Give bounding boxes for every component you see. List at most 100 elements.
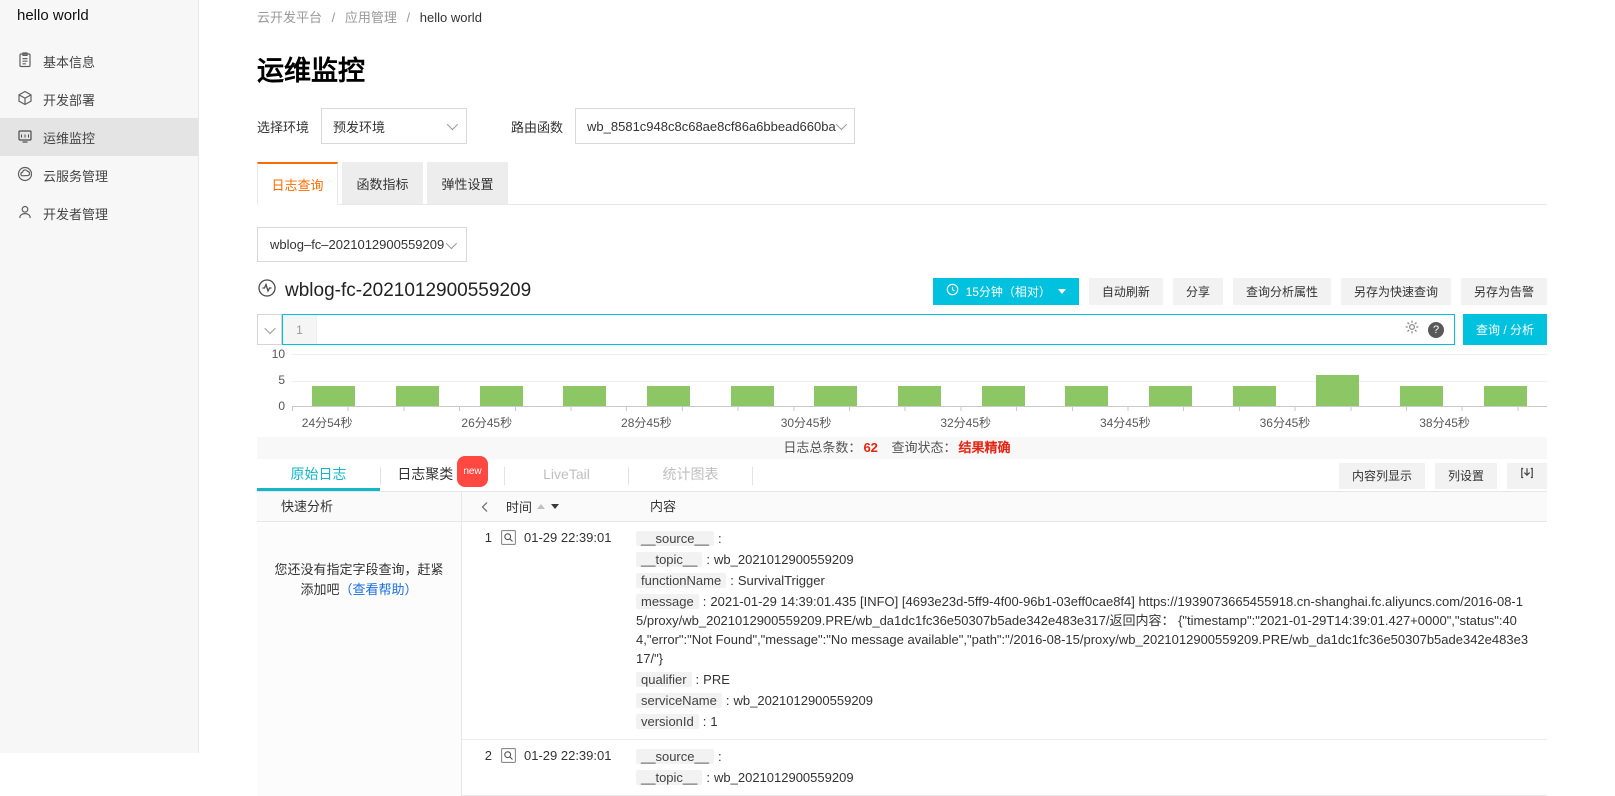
sort-desc-icon[interactable] (551, 504, 559, 509)
field-value[interactable]: PRE (703, 672, 730, 687)
chart-bar[interactable] (1233, 386, 1276, 407)
query-editor: 1 ? (282, 314, 1455, 345)
chart-bar[interactable] (898, 386, 941, 407)
chart-bar[interactable] (396, 386, 439, 407)
gear-icon[interactable] (1404, 319, 1420, 340)
sidebar-item-label: 开发部署 (43, 90, 95, 109)
bar-slot (961, 354, 1045, 407)
sidebar-item-deploy[interactable]: 开发部署 (0, 80, 198, 118)
breadcrumb-platform[interactable]: 云开发平台 (257, 10, 322, 25)
row-index: 2 (462, 747, 492, 789)
bar-slot (1129, 354, 1213, 407)
collapse-panel-button[interactable] (462, 492, 506, 521)
tab-function-metrics[interactable]: 函数指标 (342, 162, 423, 204)
tab-elastic-settings[interactable]: 弹性设置 (427, 162, 508, 204)
field-key[interactable]: functionName (636, 573, 726, 588)
query-bar: 1 ? 查询 / 分析 (257, 314, 1547, 345)
magnifier-icon[interactable] (492, 747, 524, 789)
bar-slot (376, 354, 460, 407)
field-value[interactable]: wb_2021012900559209 (714, 552, 854, 567)
magnifier-icon[interactable] (492, 529, 524, 733)
field-value[interactable]: 2021-01-29 14:39:01.435 [INFO] [4693e23d… (636, 594, 1528, 666)
sort-asc-icon[interactable] (537, 504, 545, 509)
bar-slot (1296, 354, 1380, 407)
auto-refresh-button[interactable]: 自动刷新 (1089, 278, 1163, 305)
field-value[interactable]: 1 (710, 714, 717, 729)
chart-bar[interactable] (731, 386, 774, 407)
bar-slot (794, 354, 878, 407)
chart-bar[interactable] (647, 386, 690, 407)
field-value[interactable]: wb_2021012900559209 (733, 693, 873, 708)
x-tick-label: 34分45秒 (1100, 414, 1151, 431)
help-icon[interactable]: ? (1428, 322, 1444, 338)
chart-bar[interactable] (1316, 375, 1359, 407)
content-column-display-button[interactable]: 内容列显示 (1339, 463, 1425, 489)
new-badge: new (457, 456, 487, 487)
row-index: 1 (462, 529, 492, 733)
tab-log-clustering[interactable]: 日志聚类new (381, 460, 504, 491)
chart-bars (292, 354, 1547, 407)
query-input[interactable] (317, 315, 1404, 344)
sidebar-item-monitoring[interactable]: 运维监控 (0, 118, 198, 156)
save-as-quick-query-button[interactable]: 另存为快速查询 (1341, 278, 1451, 305)
query-state-label: 查询状态： (892, 440, 957, 455)
sidebar-item-developers[interactable]: 开发者管理 (0, 194, 198, 232)
chart-bar[interactable] (1065, 386, 1108, 407)
query-analyze-button[interactable]: 查询 / 分析 (1463, 314, 1547, 345)
log-histogram: 10 5 0 24分54秒26分45秒28分45秒30分45秒32分45秒34分… (257, 354, 1547, 428)
field-separator: : (703, 594, 707, 609)
logstore-select[interactable]: wblog–fc–2021012900559209 (257, 227, 467, 262)
time-column-header[interactable]: 时间 (506, 492, 650, 521)
time-range-button[interactable]: 15分钟（相对） (933, 278, 1079, 305)
x-tick-label: 26分45秒 (461, 414, 512, 431)
log-rows: 101-29 22:39:01__source__:__topic__:wb_2… (462, 522, 1547, 796)
field-key[interactable]: __topic__ (636, 552, 702, 567)
chart-bar[interactable] (563, 386, 606, 407)
chart-bar[interactable] (480, 386, 523, 407)
tab-log-query[interactable]: 日志查询 (257, 162, 338, 205)
save-as-alert-button[interactable]: 另存为告警 (1461, 278, 1547, 305)
field-key[interactable]: __source__ (636, 749, 714, 764)
field-value[interactable]: SurvivalTrigger (738, 573, 825, 588)
route-function-select[interactable]: wb_8581c948c8c68ae8cf86a6bbead660ba (575, 108, 855, 144)
query-analysis-props-button[interactable]: 查询分析属性 (1233, 278, 1331, 305)
tab-raw-logs[interactable]: 原始日志 (257, 460, 380, 491)
monitor-icon (17, 128, 33, 147)
table-row: 101-29 22:39:01__source__:__topic__:wb_2… (462, 522, 1547, 740)
line-number: 1 (283, 315, 317, 344)
x-tick-label: 38分45秒 (1419, 414, 1470, 431)
tab-livetail[interactable]: LiveTail (505, 460, 628, 491)
breadcrumb-app-management[interactable]: 应用管理 (345, 10, 397, 25)
bar-slot (878, 354, 962, 407)
field-key[interactable]: serviceName (636, 693, 722, 708)
field-key[interactable]: qualifier (636, 672, 692, 687)
field-key[interactable]: __topic__ (636, 770, 702, 785)
share-button[interactable]: 分享 (1173, 278, 1223, 305)
field-separator: : (703, 714, 707, 729)
sidebar-item-basic-info[interactable]: 基本信息 (0, 42, 198, 80)
env-select[interactable]: 预发环境 (321, 108, 467, 144)
sidebar-item-cloud-services[interactable]: 云服务管理 (0, 156, 198, 194)
field-key[interactable]: versionId (636, 714, 699, 729)
chart-bar[interactable] (312, 386, 355, 407)
download-button[interactable] (1507, 463, 1547, 489)
total-count-value: 62 (863, 440, 877, 455)
bar-slot (459, 354, 543, 407)
log-field: __source__: (636, 529, 1531, 548)
x-axis (292, 406, 1547, 407)
route-function-label: 路由函数 (511, 117, 563, 136)
column-settings-button[interactable]: 列设置 (1435, 463, 1497, 489)
chart-bar[interactable] (1400, 386, 1443, 407)
bar-slot (292, 354, 376, 407)
field-key[interactable]: __source__ (636, 531, 714, 546)
field-key[interactable]: message (636, 594, 699, 609)
chart-bar[interactable] (1149, 386, 1192, 407)
chart-bar[interactable] (1484, 386, 1527, 407)
tab-statistics-chart[interactable]: 统计图表 (629, 460, 752, 491)
log-field: serviceName:wb_2021012900559209 (636, 691, 1531, 710)
chart-bar[interactable] (982, 386, 1025, 407)
view-help-link[interactable]: （查看帮助） (340, 582, 418, 597)
field-value[interactable]: wb_2021012900559209 (714, 770, 854, 785)
expand-query-button[interactable] (257, 314, 282, 345)
chart-bar[interactable] (814, 386, 857, 407)
